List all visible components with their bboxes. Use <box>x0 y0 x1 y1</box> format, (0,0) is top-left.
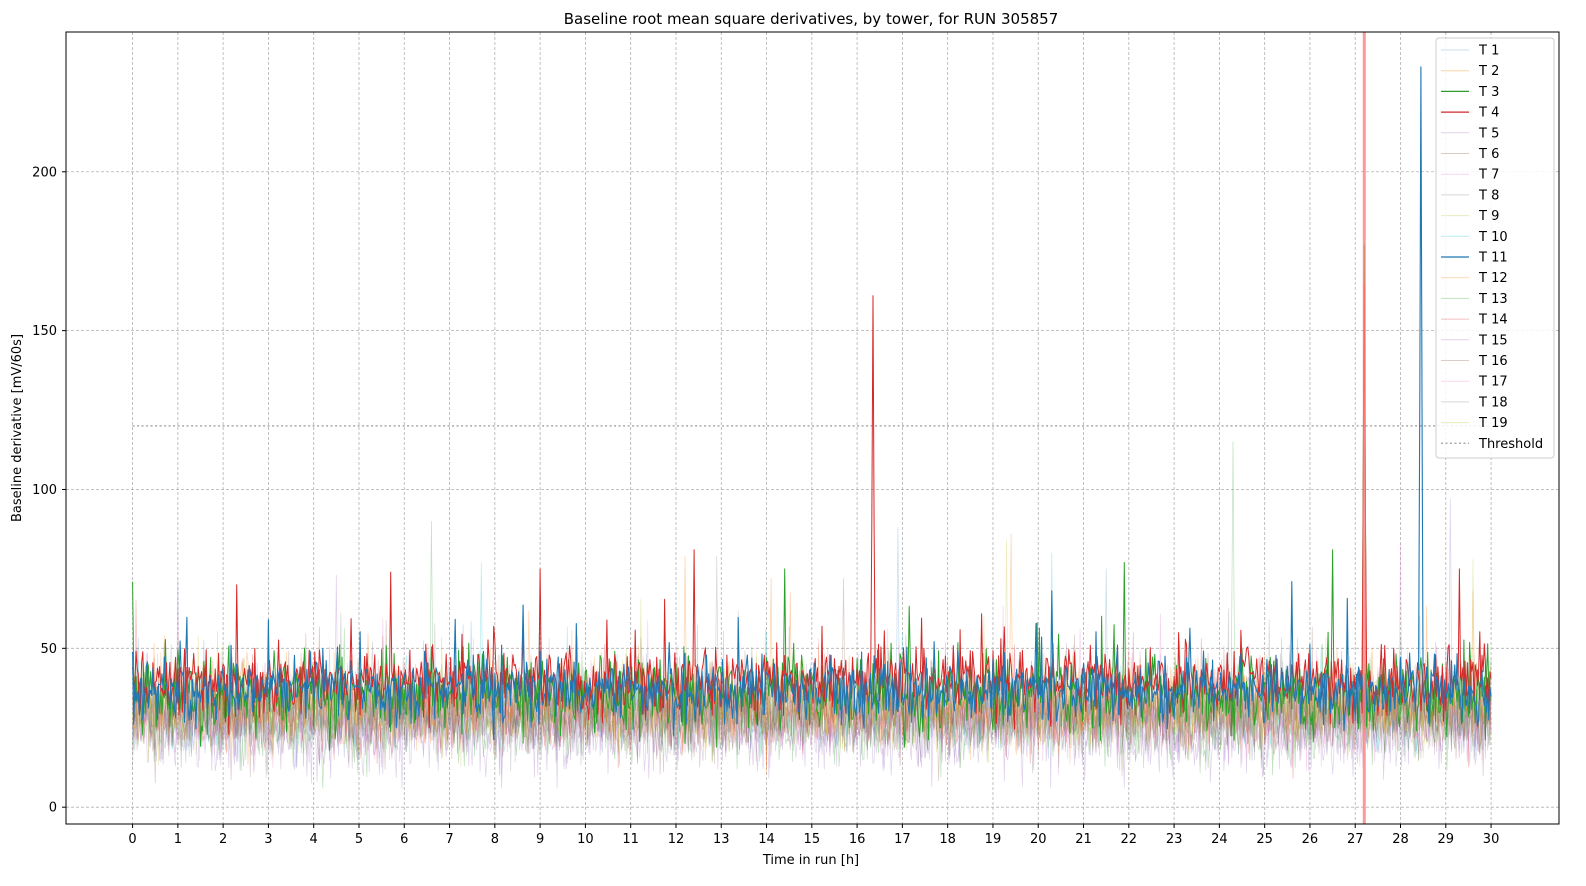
legend-label: T 13 <box>1478 292 1508 307</box>
x-tick-label: 22 <box>1121 832 1138 847</box>
x-tick-label: 29 <box>1438 832 1455 847</box>
x-tick-label: 16 <box>849 832 866 847</box>
legend-label: T 5 <box>1478 126 1499 141</box>
x-tick-label: 11 <box>622 832 639 847</box>
x-axis: 0 1 2 3 4 5 6 7 8 9 10 11 12 13 14 15 16 17 18 19 20 21 22 23 24… <box>128 824 1499 847</box>
x-tick-label: 26 <box>1302 832 1319 847</box>
x-tick-label: 24 <box>1211 832 1228 847</box>
legend-label: T 8 <box>1478 188 1499 203</box>
x-tick-label: 1 <box>174 832 182 847</box>
chart-figure: Baseline root mean square derivatives, b… <box>10 10 1560 868</box>
legend-label: T 14 <box>1478 313 1508 328</box>
x-tick-label: 25 <box>1256 832 1273 847</box>
x-axis-label: Time in run [h] <box>762 853 859 868</box>
chart-title: Baseline root mean square derivatives, b… <box>564 10 1059 28</box>
x-tick-label: 9 <box>536 832 544 847</box>
x-tick-label: 20 <box>1030 832 1047 847</box>
legend-label: T 1 <box>1478 44 1499 59</box>
x-tick-label: 10 <box>577 832 594 847</box>
legend: T 1 T 2 T 3 T 4 T 5 T 6 T 7 T 8 T 9 T 10 T 11 T 12 T… <box>1435 37 1555 459</box>
x-tick-label: 8 <box>491 832 499 847</box>
legend-label: T 17 <box>1478 375 1508 390</box>
x-tick-label: 3 <box>264 832 272 847</box>
x-tick-label: 19 <box>985 832 1002 847</box>
legend-label: T 12 <box>1478 271 1508 286</box>
x-tick-label: 17 <box>894 832 911 847</box>
y-tick-label: 0 <box>49 801 57 816</box>
legend-label: T 19 <box>1478 416 1508 431</box>
x-tick-label: 28 <box>1392 832 1409 847</box>
legend-label: T 4 <box>1478 106 1499 121</box>
x-tick-label: 4 <box>310 832 318 847</box>
y-axis-label: Baseline derivative [mV/60s] <box>10 334 25 522</box>
x-tick-label: 21 <box>1075 832 1092 847</box>
x-tick-label: 15 <box>804 832 821 847</box>
x-tick-label: 6 <box>400 832 408 847</box>
y-tick-label: 200 <box>32 165 57 180</box>
legend-label: T 2 <box>1478 64 1499 79</box>
legend-label: T 10 <box>1478 230 1508 245</box>
x-tick-label: 30 <box>1483 832 1500 847</box>
legend-label: T 18 <box>1478 395 1508 410</box>
x-tick-label: 14 <box>758 832 775 847</box>
legend-label: Threshold <box>1478 437 1543 452</box>
legend-label: T 9 <box>1478 209 1499 224</box>
legend-label: T 6 <box>1478 147 1499 162</box>
x-tick-label: 2 <box>219 832 227 847</box>
legend-label: T 11 <box>1478 251 1508 266</box>
x-tick-label: 27 <box>1347 832 1364 847</box>
x-tick-label: 12 <box>668 832 685 847</box>
legend-label: T 15 <box>1478 333 1508 348</box>
legend-label: T 7 <box>1478 168 1499 183</box>
legend-label: T 3 <box>1478 85 1499 100</box>
y-tick-label: 100 <box>32 483 57 498</box>
y-tick-label: 50 <box>40 642 57 657</box>
y-tick-label: 150 <box>32 324 57 339</box>
x-tick-label: 23 <box>1166 832 1183 847</box>
x-tick-label: 5 <box>355 832 363 847</box>
x-tick-label: 0 <box>128 832 136 847</box>
x-tick-label: 13 <box>713 832 730 847</box>
y-axis: 0 50 100 150 200 <box>32 165 66 816</box>
legend-label: T 16 <box>1478 354 1508 369</box>
x-tick-label: 18 <box>939 832 956 847</box>
x-tick-label: 7 <box>445 832 453 847</box>
